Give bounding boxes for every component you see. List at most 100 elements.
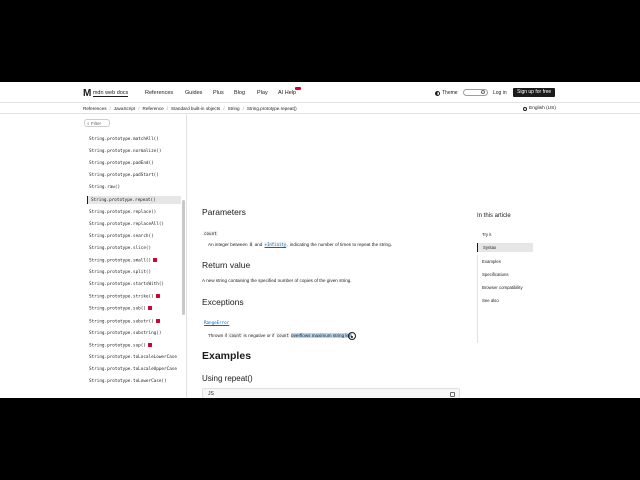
sidebar-item[interactable]: String.prototype.sup() xyxy=(89,342,152,349)
sidebar-filter-input[interactable]: ⌕ Filter xyxy=(84,119,110,127)
sidebar-item[interactable]: String.prototype.sub() xyxy=(89,306,152,312)
sidebar: ⌕ Filter String.prototype.matchAll() Stri… xyxy=(83,114,187,398)
param-and: and xyxy=(254,242,263,247)
breadcrumb-item[interactable]: References xyxy=(83,106,107,111)
nav-guides[interactable]: Guides xyxy=(185,90,202,96)
breadcrumb-item[interactable]: String xyxy=(228,106,240,111)
nav-references[interactable]: References xyxy=(145,90,173,96)
toc-item[interactable]: Syntax xyxy=(477,243,533,252)
breadcrumb-separator: / xyxy=(166,106,168,111)
sidebar-item[interactable]: String.prototype.split() xyxy=(89,270,151,275)
sidebar-item[interactable]: String.prototype.replaceAll() xyxy=(89,222,164,227)
signup-button[interactable]: Sign up for free xyxy=(513,88,556,97)
sidebar-item[interactable]: String.prototype.startsWith() xyxy=(89,282,164,287)
param-name: count xyxy=(203,231,218,236)
logo-text: mdn web docs xyxy=(92,90,129,97)
exc-text-1: Thrown if xyxy=(208,333,227,339)
filter-placeholder: Filter xyxy=(90,121,102,126)
logo-mark: M xyxy=(83,88,91,99)
login-link[interactable]: Log in xyxy=(493,90,507,96)
nav-blog[interactable]: Blog xyxy=(234,90,245,96)
breadcrumb-item[interactable]: Standard built-in objects xyxy=(171,106,220,111)
parameters-heading: Parameters xyxy=(202,207,246,217)
sidebar-item-label: String.prototype.split() xyxy=(89,270,152,276)
sidebar-item[interactable]: String.prototype.substr() xyxy=(89,318,160,324)
sidebar-item[interactable]: String.prototype.toLocaleUpperCase xyxy=(89,367,177,372)
browser-viewport: M mdn web docs References Guides Plus Bl… xyxy=(0,82,640,398)
nav-plus[interactable]: Plus xyxy=(213,90,224,96)
exc-text-2: is negative or if xyxy=(243,333,275,339)
exc-count-code: count xyxy=(275,333,290,339)
breadcrumb-item[interactable]: String.prototype.repeat() xyxy=(247,106,297,111)
deprecated-icon xyxy=(153,258,158,262)
sidebar-item[interactable]: String.prototype.padStart() xyxy=(89,173,159,178)
sidebar-item[interactable]: String.prototype.search() xyxy=(89,234,154,239)
main-content: Parameters count An integer between 0 an… xyxy=(202,114,462,398)
sidebar-item[interactable]: String.prototype.matchAll() xyxy=(89,137,159,142)
toc-item[interactable]: See also xyxy=(482,298,499,303)
sidebar-item-label: String.prototype.strike() xyxy=(89,294,154,300)
search-icon[interactable] xyxy=(481,90,485,94)
using-repeat-heading: Using repeat() xyxy=(202,374,253,383)
sidebar-item-label: String.prototype.padEnd() xyxy=(89,161,154,167)
breadcrumb-separator: / xyxy=(109,106,111,111)
breadcrumb-separator: / xyxy=(242,106,244,111)
rangeerror-link[interactable]: RangeError xyxy=(203,320,230,325)
sidebar-item-label: String.prototype.small() xyxy=(89,258,152,264)
sidebar-item-label: String.prototype.matchAll() xyxy=(89,137,159,142)
examples-heading: Examples xyxy=(202,350,252,362)
toc-item[interactable]: Browser compatibility xyxy=(482,285,523,290)
sidebar-item-label: String.prototype.slice() xyxy=(89,245,152,251)
breadcrumb-bar: References / JavaScript / Reference / Stand… xyxy=(0,103,640,114)
deprecated-icon xyxy=(147,342,152,347)
param-description: An integer between 0 and +Infinity, indi… xyxy=(208,242,392,247)
sidebar-item-label: String.prototype.toLowerCase() xyxy=(89,379,167,384)
breadcrumb-item[interactable]: Reference xyxy=(143,106,164,111)
sidebar-item[interactable]: String.raw() xyxy=(89,185,120,190)
toc-item[interactable]: Specifications xyxy=(482,272,509,277)
sidebar-item-label: String.prototype.sub() xyxy=(89,306,146,312)
deprecated-icon xyxy=(147,306,152,311)
sidebar-item-label: String.prototype.replaceAll() xyxy=(89,221,165,227)
theme-icon xyxy=(435,90,440,96)
infinity-link[interactable]: +Infinity xyxy=(263,242,288,247)
language-label: English (US) xyxy=(529,106,556,111)
sidebar-item[interactable]: String.prototype.normalize() xyxy=(89,149,161,154)
sidebar-item[interactable]: String.prototype.substring() xyxy=(89,331,161,336)
code-example: JS "abc".repeat(-1); // RangeError"abc".… xyxy=(202,388,460,398)
nav-ai-help[interactable]: AI Help xyxy=(278,87,302,96)
breadcrumb: References / JavaScript / Reference / Stand… xyxy=(83,106,297,111)
breadcrumb-item[interactable]: JavaScript xyxy=(114,106,135,111)
toc-item[interactable]: Examples xyxy=(482,259,501,264)
sidebar-item-label: String.prototype.substr() xyxy=(89,319,154,324)
sidebar-item[interactable]: String.prototype.toLowerCase() xyxy=(89,379,167,384)
top-navigation: M mdn web docs References Guides Plus Bl… xyxy=(0,82,640,103)
deprecated-icon xyxy=(155,294,160,299)
mdn-logo[interactable]: M mdn web docs xyxy=(83,88,129,99)
sidebar-item[interactable]: String.prototype.small() xyxy=(89,258,158,264)
theme-switcher[interactable]: Theme xyxy=(435,90,458,96)
sidebar-item-label: String.prototype.toLocaleLowerCase xyxy=(89,354,177,360)
sidebar-item-label: String.prototype.search() xyxy=(89,233,154,239)
deprecated-icon xyxy=(155,318,160,323)
sidebar-item[interactable]: String.prototype.repeat() xyxy=(87,196,181,204)
nav-ai-help-label: AI Help xyxy=(278,90,297,96)
sidebar-item[interactable]: String.prototype.strike() xyxy=(89,294,160,300)
sidebar-item[interactable]: String.prototype.slice() xyxy=(89,246,151,251)
copy-icon[interactable] xyxy=(450,392,455,397)
exc-count-code: count xyxy=(228,333,243,339)
nav-play[interactable]: Play xyxy=(257,90,268,96)
param-zero: 0 xyxy=(248,242,254,247)
sidebar-item-label: String.prototype.sup() xyxy=(89,343,146,349)
toc-item[interactable]: Try it xyxy=(482,232,491,237)
sidebar-scrollbar[interactable] xyxy=(182,200,185,315)
language-selector[interactable]: English (US) xyxy=(523,106,556,111)
table-of-contents: In this article Try it Syntax Examples Spec… xyxy=(477,114,547,398)
sidebar-item[interactable]: String.prototype.replace() xyxy=(89,210,156,215)
toc-rail xyxy=(477,255,478,343)
sidebar-item[interactable]: String.prototype.toLocaleLowerCase xyxy=(89,355,177,360)
sidebar-item-label: String.prototype.toLocaleUpperCase xyxy=(89,366,177,372)
sidebar-item-label: String.prototype.startsWith() xyxy=(89,282,165,288)
sidebar-item[interactable]: String.prototype.padEnd() xyxy=(89,161,154,166)
return-value-heading: Return value xyxy=(202,260,251,270)
